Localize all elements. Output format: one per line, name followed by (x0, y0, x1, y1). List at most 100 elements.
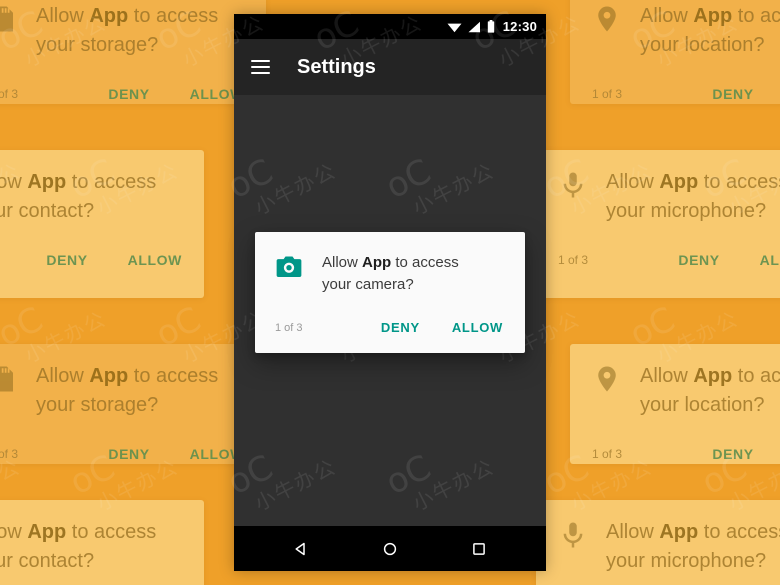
deny-button[interactable]: DENY (379, 318, 422, 337)
location-pin-icon (592, 364, 622, 394)
msg-line2: your location? (640, 34, 765, 56)
permission-card-location-top-right[interactable]: Allow App to access your location? 1 of … (570, 0, 780, 104)
dialog-counter: 1 of 3 (275, 321, 303, 334)
dialog-message-row: Allow App to access your camera? (275, 252, 505, 296)
msg-app: App (89, 365, 129, 387)
msg-line2: your storage? (36, 394, 159, 416)
permission-card-storage-top-left[interactable]: Allow App to access your storage? 1 of 3… (0, 0, 266, 104)
card-actions: DENY ALLOW (678, 252, 780, 268)
msg-prefix: Allow (640, 5, 694, 27)
battery-icon (487, 20, 494, 33)
msg-app: App (27, 521, 67, 543)
allow-button[interactable]: ALLOW (128, 252, 182, 268)
card-message: Allow App to access your location? (640, 362, 780, 420)
msg-app: App (693, 365, 733, 387)
permission-card-microphone-bottom-right[interactable]: Allow App to access your microphone? 1 o… (536, 500, 780, 585)
allow-button[interactable]: ALLOW (450, 318, 505, 337)
hamburger-menu-icon[interactable] (251, 60, 270, 74)
dialog-footer: 1 of 3 DENY ALLOW (275, 318, 505, 343)
msg-line2: your contact? (0, 550, 95, 572)
deny-button[interactable]: DENY (108, 446, 149, 462)
card-footer: 1 of 3 DENY ALLOW (0, 446, 244, 462)
permission-card-contact-bottom-left[interactable]: Allow App to access your contact? 1 of 3… (0, 500, 204, 585)
permission-dialog-camera[interactable]: Allow App to access your camera? 1 of 3 … (255, 232, 525, 353)
wifi-icon (447, 23, 462, 32)
card-counter: 1 of 3 (592, 447, 623, 461)
card-footer: 1 of 3 DENY ALLOW (558, 252, 780, 268)
deny-button[interactable]: DENY (46, 252, 87, 268)
card-message-row: Allow App to access your location? (592, 2, 780, 60)
card-actions: DENY ALLOW (46, 252, 182, 268)
card-message: Allow App to access your contact? (0, 518, 156, 576)
msg-prefix: Allow (36, 5, 90, 27)
sd-card-icon (0, 364, 18, 394)
back-icon[interactable] (293, 541, 309, 557)
msg-line2: your microphone? (606, 550, 767, 572)
card-counter: 1 of 3 (0, 447, 19, 461)
msg-suffix: to access (128, 5, 219, 27)
card-message-row: Allow App to access your storage? (0, 2, 244, 60)
card-footer: 1 of 3 DENY ALLOW (592, 446, 780, 462)
card-counter: 1 of 3 (0, 87, 19, 101)
card-actions: DENY ALLOW (712, 446, 780, 462)
card-footer: 1 of 3 DENY ALLOW (0, 86, 244, 102)
msg-prefix: Allow (36, 365, 90, 387)
status-clock: 12:30 (502, 19, 537, 34)
recents-icon[interactable] (471, 541, 487, 557)
msg-prefix: Allow (640, 365, 694, 387)
msg-prefix: Allow (606, 521, 660, 543)
msg-line2: your storage? (36, 34, 159, 56)
msg-suffix: to access (737, 365, 780, 387)
deny-button[interactable]: DENY (712, 86, 753, 102)
card-message-row: Allow App to access your microphone? (558, 518, 780, 576)
card-message: Allow App to access your contact? (0, 168, 156, 226)
permission-card-location-bottom-right[interactable]: Allow App to access your location? 1 of … (570, 344, 780, 464)
card-message-row: Allow App to access your location? (592, 362, 780, 420)
card-message: Allow App to access your storage? (36, 2, 218, 60)
card-counter: 1 of 3 (558, 253, 589, 267)
card-footer: 1 of 3 DENY ALLOW (0, 252, 182, 268)
msg-suffix: to access (128, 365, 219, 387)
card-actions: DENY ALLOW (108, 86, 244, 102)
msg-line2: your contact? (0, 200, 95, 222)
allow-button[interactable]: ALLOW (760, 252, 780, 268)
msg-suffix: to access (66, 521, 157, 543)
location-pin-icon (592, 4, 622, 34)
microphone-icon (558, 170, 588, 200)
microphone-icon (558, 520, 588, 550)
msg-app: App (659, 171, 699, 193)
permission-card-storage-bottom-left[interactable]: Allow App to access your storage? 1 of 3… (0, 344, 266, 464)
deny-button[interactable]: DENY (678, 252, 719, 268)
card-message: Allow App to access your storage? (36, 362, 218, 420)
dialog-msg-suffix: to access (391, 254, 459, 271)
card-message-row: Allow App to access your contact? (0, 168, 182, 226)
permission-card-microphone-mid-right[interactable]: Allow App to access your microphone? 1 o… (536, 150, 780, 298)
dialog-msg-prefix: Allow (322, 254, 363, 271)
card-actions: DENY ALLOW (108, 446, 244, 462)
permission-card-contact-mid-left[interactable]: Allow App to access your contact? 1 of 3… (0, 150, 204, 298)
signal-icon (468, 21, 480, 32)
status-bar: 12:30 (234, 14, 546, 39)
msg-suffix: to access (737, 5, 780, 27)
msg-app: App (27, 171, 67, 193)
msg-prefix: Allow (0, 171, 22, 193)
msg-prefix: Allow (606, 171, 660, 193)
dialog-msg-app: App (362, 254, 392, 271)
screenshot-stage: Allow App to access your storage? 1 of 3… (0, 0, 780, 585)
card-message: Allow App to access your microphone? (606, 168, 780, 226)
card-message-row: Allow App to access your microphone? (558, 168, 780, 226)
card-message: Allow App to access your location? (640, 2, 780, 60)
msg-prefix: Allow (0, 521, 22, 543)
deny-button[interactable]: DENY (108, 86, 149, 102)
card-footer: 1 of 3 DENY ALLOW (592, 86, 780, 102)
msg-line2: your location? (640, 394, 765, 416)
sd-card-icon (0, 4, 18, 34)
home-icon[interactable] (382, 541, 398, 557)
msg-app: App (89, 5, 129, 27)
dialog-message: Allow App to access your camera? (322, 252, 459, 296)
page-title: Settings (297, 55, 376, 78)
deny-button[interactable]: DENY (712, 446, 753, 462)
card-counter: 1 of 3 (592, 87, 623, 101)
android-nav-bar (234, 526, 546, 571)
card-message-row: Allow App to access your contact? (0, 518, 182, 576)
